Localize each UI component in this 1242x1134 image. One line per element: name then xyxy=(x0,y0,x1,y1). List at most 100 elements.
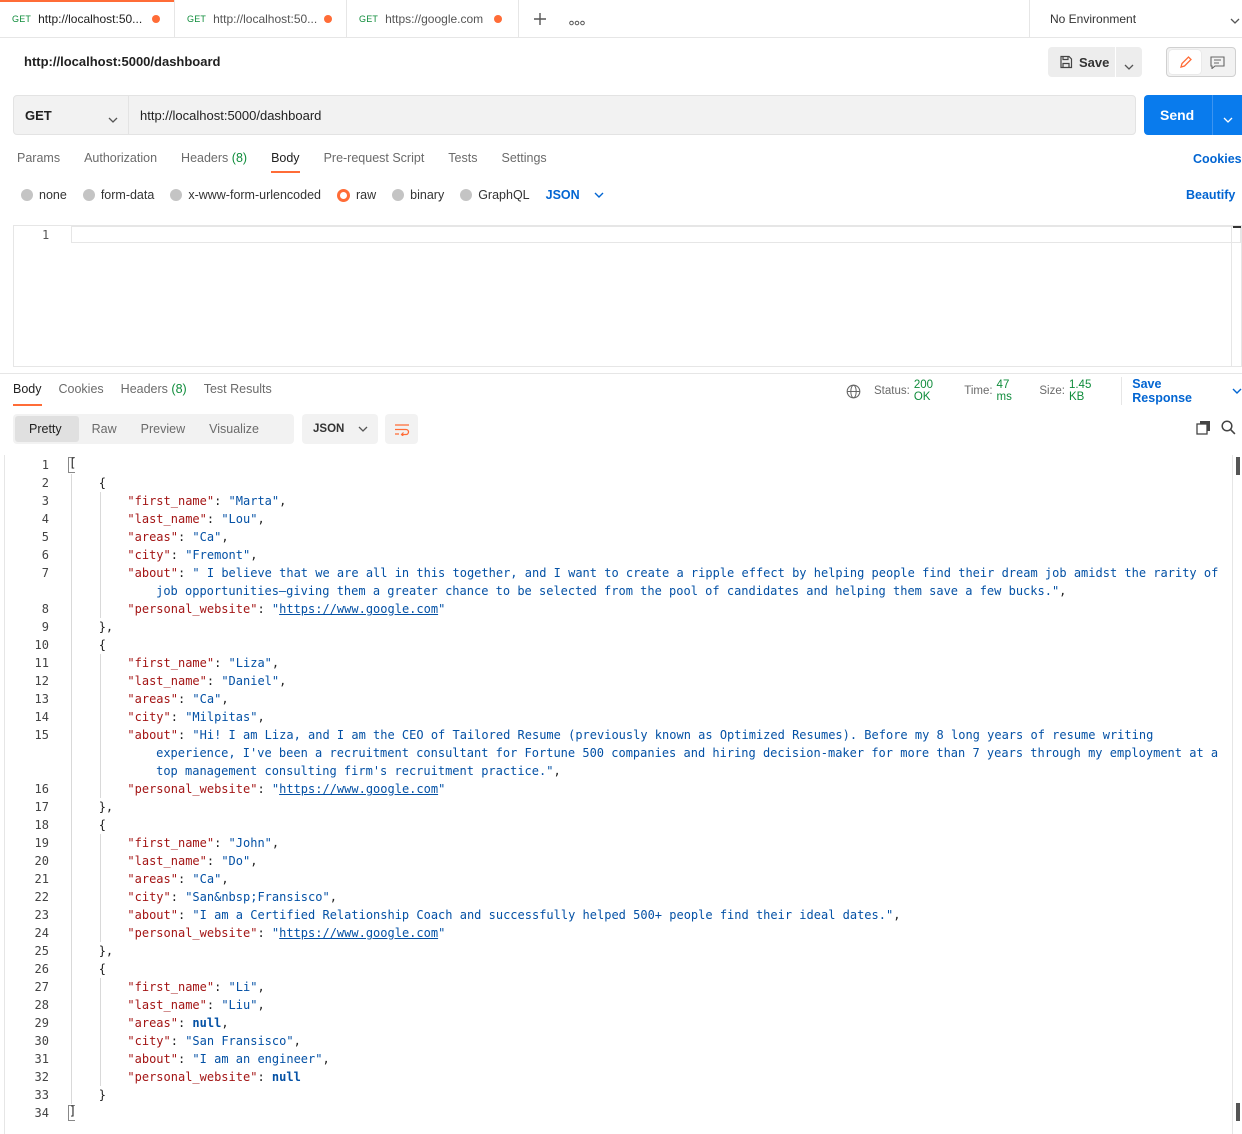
chevron-down-icon xyxy=(358,426,368,433)
line-number: 9 xyxy=(41,620,49,634)
code-text: "personal_website": "https://www.google.… xyxy=(127,600,445,618)
request-tab-3[interactable]: GET https://google.com xyxy=(347,0,519,37)
code-text: "about": "I am an engineer", xyxy=(127,1050,329,1068)
json-punct: : xyxy=(177,1016,193,1030)
code-text: "city": "San Fransisco", xyxy=(127,1032,300,1050)
json-key: "first_name" xyxy=(127,656,215,670)
response-tab-body[interactable]: Body xyxy=(13,382,42,408)
tab-settings[interactable]: Settings xyxy=(501,151,546,175)
response-scrollbar[interactable] xyxy=(1232,455,1242,1134)
json-punct: } xyxy=(98,1088,106,1102)
unsaved-dot-icon xyxy=(494,15,502,23)
code-text: "first_name": "John", xyxy=(127,834,279,852)
response-language-selector[interactable]: JSON xyxy=(302,414,378,444)
code-text: "first_name": "Marta", xyxy=(127,492,286,510)
current-line-highlight xyxy=(71,226,1241,243)
scroll-thumb[interactable] xyxy=(1236,1103,1240,1121)
response-headers-label: Headers xyxy=(120,382,168,396)
size-value: 1.45 KB xyxy=(1068,379,1092,403)
json-punct: , xyxy=(257,710,265,724)
body-format-selector[interactable]: JSON xyxy=(546,188,604,202)
chevron-down-icon[interactable] xyxy=(1124,59,1134,74)
response-tab-test-results[interactable]: Test Results xyxy=(204,382,272,408)
tab-params[interactable]: Params xyxy=(17,151,60,175)
save-response-button[interactable]: Save Response xyxy=(1121,377,1242,405)
json-link: https://www.google.com xyxy=(279,926,439,940)
request-body-editor[interactable]: 1 xyxy=(13,225,1242,367)
view-pretty[interactable]: Pretty xyxy=(15,416,79,442)
wrap-lines-button[interactable] xyxy=(385,414,418,444)
tab-authorization[interactable]: Authorization xyxy=(84,151,157,175)
radio-none[interactable]: none xyxy=(21,188,67,202)
json-key: "last_name" xyxy=(127,998,207,1012)
json-punct: }, xyxy=(98,620,114,634)
tab-prerequest-script[interactable]: Pre-request Script xyxy=(324,151,425,175)
send-button[interactable]: Send xyxy=(1144,95,1242,135)
comment-icon[interactable] xyxy=(1210,56,1225,72)
code-text: "last_name": "Daniel", xyxy=(127,672,286,690)
chevron-down-icon[interactable] xyxy=(1223,112,1233,127)
json-punct: : xyxy=(206,674,222,688)
environment-selector[interactable]: No Environment xyxy=(1029,0,1242,37)
url-input[interactable]: http://localhost:5000/dashboard xyxy=(140,108,321,123)
view-raw[interactable]: Raw xyxy=(81,416,128,442)
more-icon[interactable] xyxy=(569,15,585,25)
json-link: https://www.google.com xyxy=(279,602,439,616)
json-key: "last_name" xyxy=(127,854,207,868)
json-punct: : xyxy=(257,602,272,616)
cookies-link[interactable]: Cookies xyxy=(1193,152,1242,166)
tab-method: GET xyxy=(12,13,32,24)
response-body-viewer[interactable]: 1 2 {3 "first_name": "Marta", 4 "last_name":… xyxy=(0,455,1242,1134)
status-label: Status: xyxy=(874,385,910,397)
method-selector[interactable]: GET xyxy=(14,96,129,134)
line-number: 7 xyxy=(41,566,49,580)
json-string: job opportunities—giving them a greater … xyxy=(156,584,1060,598)
unsaved-dot-icon xyxy=(324,15,332,23)
radio-raw[interactable]: raw xyxy=(337,188,376,202)
json-string: "I am a Certified Relationship Coach and… xyxy=(192,908,894,922)
tab-bar: GET http://localhost:50... GET http://lo… xyxy=(0,0,1242,38)
radio-graphql[interactable]: GraphQL xyxy=(460,188,530,202)
code-text: "city": "Fremont", xyxy=(127,546,257,564)
json-string: "I am an engineer" xyxy=(192,1052,323,1066)
response-tab-cookies[interactable]: Cookies xyxy=(59,382,104,408)
radio-urlencoded[interactable]: x-www-form-urlencoded xyxy=(170,188,321,202)
scroll-thumb[interactable] xyxy=(1236,457,1240,475)
json-string: experience, I've been a recruitment cons… xyxy=(156,746,1219,760)
beautify-button[interactable]: Beautify xyxy=(1186,188,1235,202)
edit-mode-button[interactable] xyxy=(1169,50,1201,74)
view-mode-toggle xyxy=(1166,47,1236,77)
globe-icon[interactable] xyxy=(846,384,861,399)
line-number: 5 xyxy=(41,530,49,544)
request-name[interactable]: http://localhost:5000/dashboard xyxy=(24,54,220,69)
pane-divider[interactable] xyxy=(0,373,1242,374)
tab-tests[interactable]: Tests xyxy=(448,151,477,175)
line-number: 23 xyxy=(34,908,49,922)
tab-headers-label: Headers xyxy=(181,151,229,165)
tab-body[interactable]: Body xyxy=(271,151,300,175)
chevron-down-icon xyxy=(1230,14,1240,28)
code-text: { xyxy=(99,816,106,834)
radio-form-data[interactable]: form-data xyxy=(82,188,154,202)
response-status-bar: Status: 200 OK Time: 47 ms Size: 1.45 KB Sa… xyxy=(846,377,1242,405)
line-number: 21 xyxy=(34,872,49,886)
json-punct: { xyxy=(98,476,106,490)
view-visualize[interactable]: Visualize xyxy=(198,416,270,442)
view-preview[interactable]: Preview xyxy=(130,416,196,442)
tab-headers[interactable]: Headers (8) xyxy=(181,151,247,175)
radio-binary[interactable]: binary xyxy=(392,188,444,202)
radio-label: none xyxy=(39,188,67,202)
response-tab-headers[interactable]: Headers (8) xyxy=(121,382,187,408)
json-punct: { xyxy=(98,818,106,832)
request-tab-2[interactable]: GET http://localhost:50... xyxy=(175,0,347,37)
json-key: "first_name" xyxy=(127,980,215,994)
search-icon[interactable] xyxy=(1221,420,1236,438)
request-tab-1[interactable]: GET http://localhost:50... xyxy=(0,0,175,37)
copy-icon[interactable] xyxy=(1196,420,1211,438)
json-string: "Ca" xyxy=(192,872,222,886)
line-number: 8 xyxy=(41,602,49,616)
editor-scrollbar[interactable] xyxy=(1231,226,1241,366)
save-button[interactable]: Save xyxy=(1048,47,1142,77)
plus-icon[interactable] xyxy=(533,12,547,26)
line-number: 3 xyxy=(41,494,49,508)
